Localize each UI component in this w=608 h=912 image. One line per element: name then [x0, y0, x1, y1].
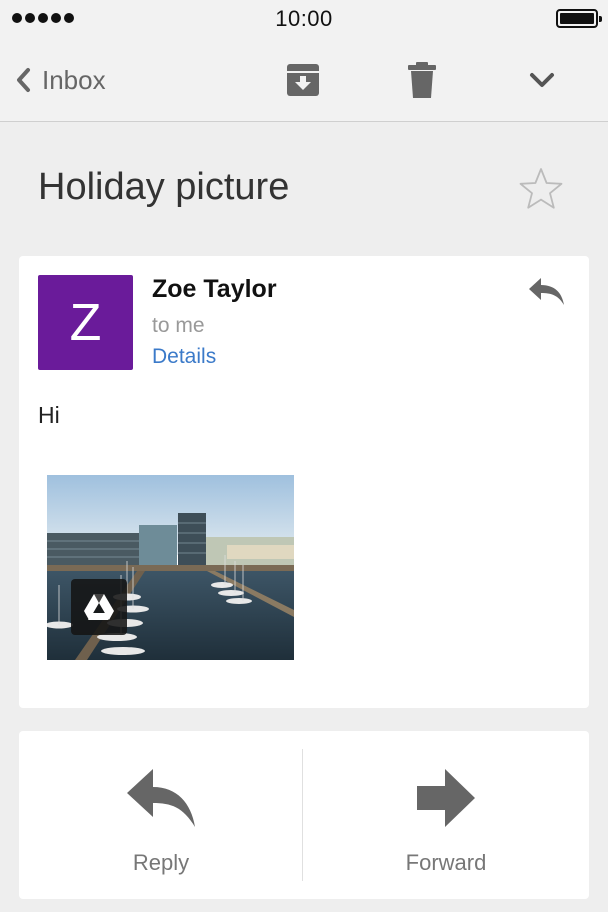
forward-arrow-icon [417, 769, 475, 827]
action-card: Reply Forward [19, 731, 589, 899]
star-icon[interactable] [518, 166, 564, 212]
toolbar: Inbox [0, 40, 608, 122]
back-label: Inbox [42, 64, 106, 95]
reply-icon[interactable] [527, 276, 567, 308]
chevron-down-icon[interactable] [522, 60, 562, 100]
clock: 10:00 [275, 6, 333, 31]
battery-icon [556, 9, 602, 28]
reply-button[interactable]: Reply [19, 731, 303, 899]
sender-name: Zoe Taylor [152, 275, 277, 303]
email-body: Hi [38, 402, 60, 428]
google-drive-icon [71, 579, 127, 635]
trash-icon[interactable] [402, 60, 442, 100]
forward-label: Forward [405, 850, 487, 875]
divider [302, 749, 303, 881]
status-bar: 10:00 [0, 0, 608, 40]
reply-label: Reply [132, 850, 190, 875]
avatar[interactable]: Z [38, 275, 133, 370]
details-link[interactable]: Details [152, 345, 216, 369]
subject-row: Holiday picture [0, 122, 608, 256]
message-card: Z Zoe Taylor to me Details Hi [19, 256, 589, 708]
chevron-left-icon [17, 68, 30, 92]
recipient-text: to me [152, 314, 205, 337]
back-to-inbox-button[interactable]: Inbox [12, 62, 106, 98]
email-subject: Holiday picture [38, 166, 290, 208]
reply-icon [127, 769, 195, 827]
forward-button[interactable]: Forward [304, 731, 588, 899]
archive-icon[interactable] [283, 60, 323, 100]
image-attachment[interactable] [47, 475, 294, 660]
